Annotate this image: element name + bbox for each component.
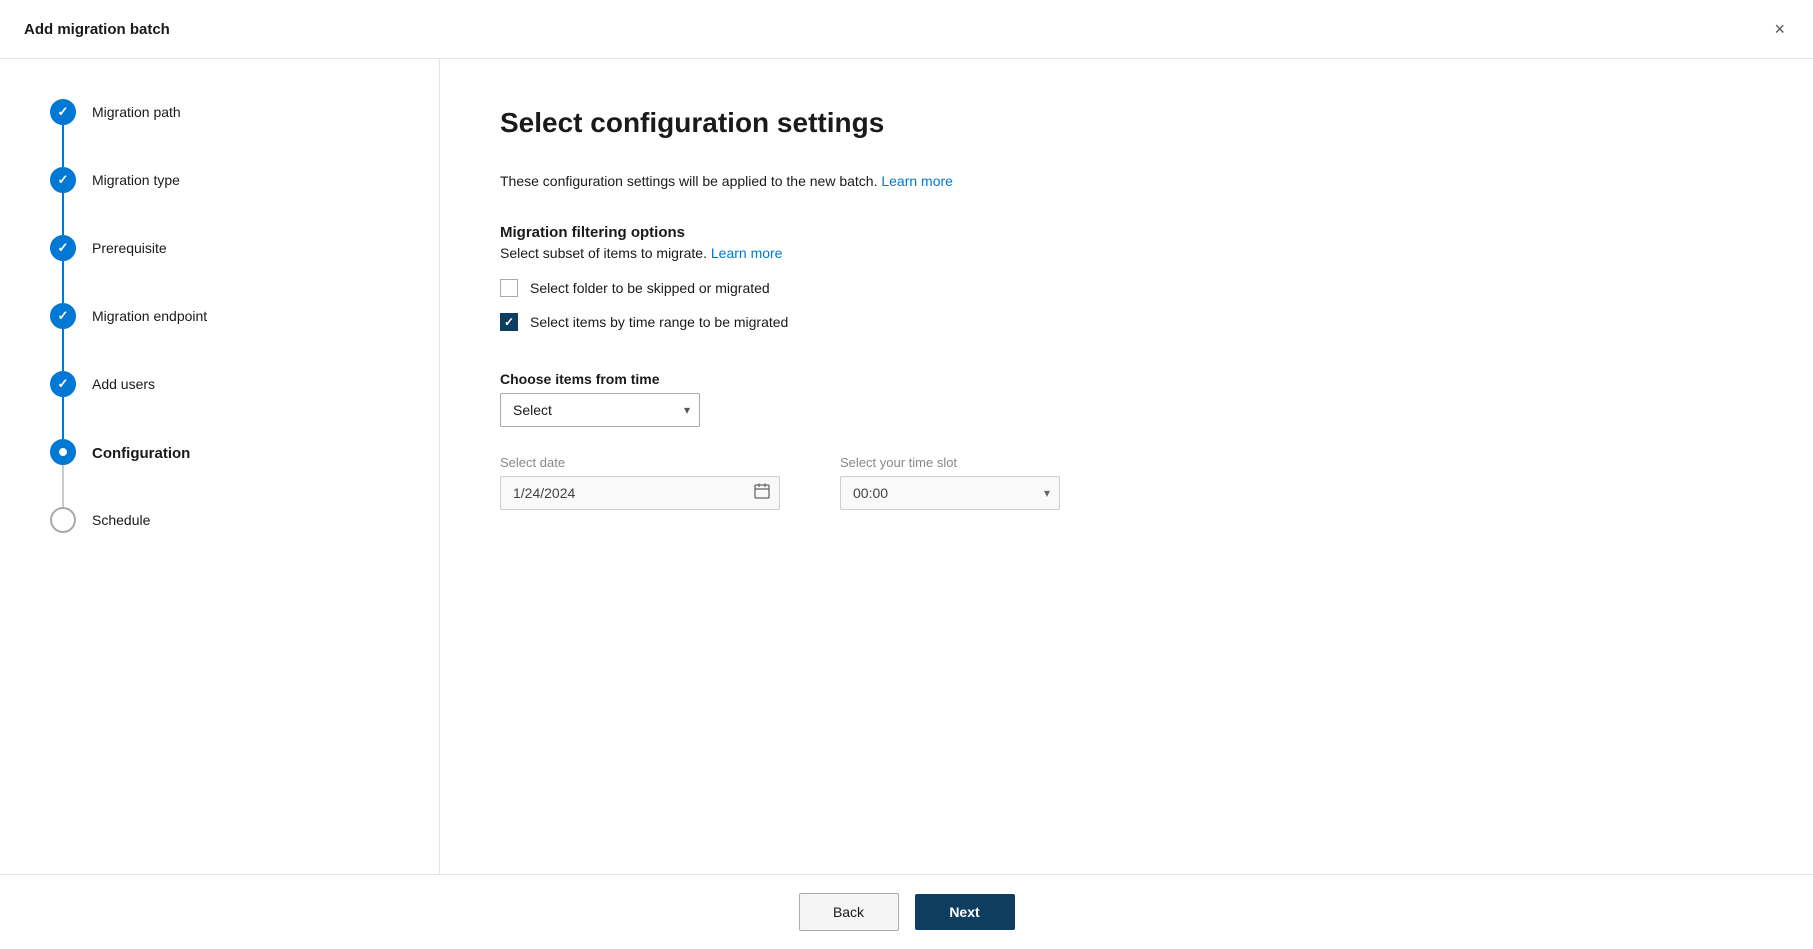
date-field-group: Select date (500, 455, 780, 510)
description-text: These configuration settings will be app… (500, 171, 1753, 192)
time-field-group: Select your time slot 00:00 01:00 02:00 … (840, 455, 1060, 510)
step-item-migration-type: ✓ Migration type (50, 167, 399, 235)
sidebar-item-add-users: Add users (92, 371, 155, 395)
step-item-migration-endpoint: ✓ Migration endpoint (50, 303, 399, 371)
step-item-configuration: Configuration (50, 439, 399, 507)
step-circle-prerequisite: ✓ (50, 235, 76, 261)
back-button[interactable]: Back (799, 893, 899, 931)
step-circle-migration-path: ✓ (50, 99, 76, 125)
step-circle-migration-endpoint: ✓ (50, 303, 76, 329)
step-item-prerequisite: ✓ Prerequisite (50, 235, 399, 303)
step-item-schedule: Schedule (50, 507, 399, 533)
dialog-title: Add migration batch (24, 21, 170, 38)
step-circle-migration-type: ✓ (50, 167, 76, 193)
filtering-learn-more-link[interactable]: Learn more (711, 245, 783, 261)
filtering-section: Migration filtering options Select subse… (500, 224, 1753, 347)
choose-items-select-wrapper: Select All time Custom range ▾ (500, 393, 700, 427)
sidebar-item-migration-type: Migration type (92, 167, 180, 191)
sidebar-item-schedule: Schedule (92, 507, 150, 531)
step-item-migration-path: ✓ Migration path (50, 99, 399, 167)
filtering-section-subtitle: Select subset of items to migrate. Learn… (500, 245, 1753, 261)
sidebar-stepper: ✓ Migration path ✓ Migration type (0, 59, 440, 874)
date-time-row: Select date Select your time slot (500, 455, 1753, 510)
page-title: Select configuration settings (500, 107, 1753, 139)
title-bar: Add migration batch × (0, 0, 1813, 59)
sidebar-item-migration-path: Migration path (92, 99, 181, 123)
step-circle-add-users: ✓ (50, 371, 76, 397)
step-circle-configuration (50, 439, 76, 465)
checkbox-skip-folder[interactable]: Select folder to be skipped or migrated (500, 279, 1753, 297)
checkbox-time-range[interactable]: Select items by time range to be migrate… (500, 313, 1753, 331)
main-content: ✓ Migration path ✓ Migration type (0, 59, 1813, 874)
checkbox-skip-folder-box[interactable] (500, 279, 518, 297)
filtering-section-title: Migration filtering options (500, 224, 1753, 241)
date-field-label: Select date (500, 455, 780, 470)
choose-items-select[interactable]: Select All time Custom range (500, 393, 700, 427)
choose-items-form-group: Choose items from time Select All time C… (500, 371, 860, 427)
checkbox-time-range-box[interactable] (500, 313, 518, 331)
date-input-wrapper (500, 476, 780, 510)
step-line-6 (62, 465, 64, 507)
sidebar-item-migration-endpoint: Migration endpoint (92, 303, 207, 327)
checkbox-skip-folder-label: Select folder to be skipped or migrated (530, 280, 770, 296)
step-line-2 (62, 193, 64, 235)
sidebar-item-prerequisite: Prerequisite (92, 235, 167, 259)
next-button[interactable]: Next (915, 894, 1015, 930)
footer: Back Next (0, 874, 1813, 949)
choose-items-label: Choose items from time (500, 371, 860, 387)
sidebar-item-configuration: Configuration (92, 439, 190, 464)
content-area: Select configuration settings These conf… (440, 59, 1813, 874)
step-circle-schedule (50, 507, 76, 533)
step-line-3 (62, 261, 64, 303)
step-item-add-users: ✓ Add users (50, 371, 399, 439)
time-select-wrapper: 00:00 01:00 02:00 03:00 ▾ (840, 476, 1060, 510)
close-button[interactable]: × (1770, 16, 1789, 42)
step-line-4 (62, 329, 64, 371)
checkbox-time-range-label: Select items by time range to be migrate… (530, 314, 788, 330)
description-learn-more-link[interactable]: Learn more (881, 173, 953, 189)
step-line-5 (62, 397, 64, 439)
date-input[interactable] (500, 476, 780, 510)
step-list: ✓ Migration path ✓ Migration type (50, 99, 399, 533)
step-line-1 (62, 125, 64, 167)
time-field-label: Select your time slot (840, 455, 1060, 470)
time-select[interactable]: 00:00 01:00 02:00 03:00 (840, 476, 1060, 510)
